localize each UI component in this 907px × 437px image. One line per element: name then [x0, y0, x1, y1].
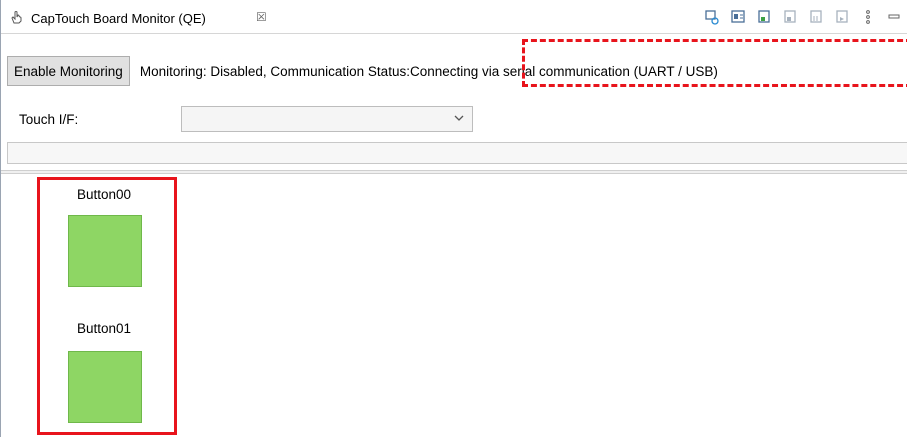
enable-monitoring-button[interactable]: Enable Monitoring: [7, 56, 130, 86]
window-grey-icon-2: [808, 9, 824, 25]
touch-button-label: Button01: [76, 321, 132, 336]
panel-splitter[interactable]: [1, 170, 907, 174]
status-bar: [7, 142, 907, 164]
touch-button-01: Button01: [54, 321, 154, 336]
close-icon[interactable]: ☒: [256, 10, 267, 24]
monitor-refresh-icon[interactable]: [704, 9, 720, 25]
capTouch-monitor-view: CapTouch Board Monitor (QE) ☒ Enable Mon…: [0, 0, 907, 437]
status-highlight-annotation: [522, 39, 907, 87]
view-toolbar: [704, 7, 902, 27]
touch-button-01-indicator: [68, 351, 142, 423]
touch-hand-icon: [9, 9, 25, 28]
touch-button-00-indicator: [68, 215, 142, 287]
touch-button-00: Button00: [54, 187, 154, 202]
touch-if-label: Touch I/F:: [19, 111, 79, 127]
view-tab[interactable]: CapTouch Board Monitor (QE) ☒: [5, 6, 269, 30]
touch-if-row: Touch I/F:: [19, 104, 479, 134]
window-grey-icon: [782, 9, 798, 25]
window-icon[interactable]: [756, 9, 772, 25]
monitoring-status-label: Monitoring: Disabled, Communication Stat…: [139, 63, 410, 79]
board-icon[interactable]: [730, 9, 746, 25]
touch-if-select[interactable]: [181, 106, 473, 132]
touch-button-label: Button00: [76, 187, 132, 202]
window-grey-icon-3: [834, 9, 850, 25]
view-menu-icon[interactable]: [860, 9, 876, 25]
minimize-icon[interactable]: [886, 9, 902, 25]
view-tab-bar: CapTouch Board Monitor (QE) ☒: [1, 0, 907, 34]
tab-title: CapTouch Board Monitor (QE): [31, 10, 206, 26]
chevron-down-icon[interactable]: [454, 112, 464, 127]
